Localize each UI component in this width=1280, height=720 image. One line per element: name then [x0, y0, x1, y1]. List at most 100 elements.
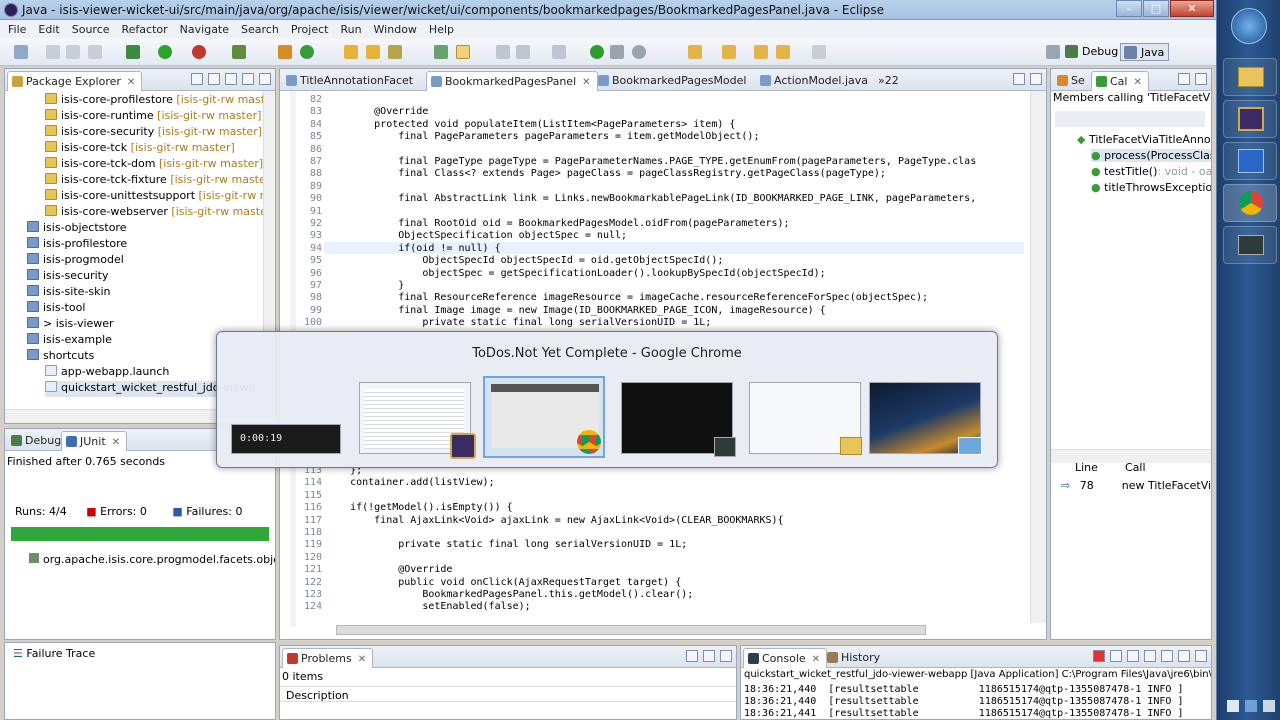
view-menu-icon[interactable] [225, 73, 237, 85]
tree-item[interactable]: isis-security [27, 269, 108, 285]
tab-package-explorer[interactable]: Package Explorer ✕ [7, 71, 143, 91]
tab-bookmarked-pages-panel[interactable]: BookmarkedPagesPanel ✕ [426, 71, 598, 91]
close-icon[interactable]: ✕ [812, 654, 820, 665]
external-tools-icon[interactable] [192, 45, 206, 59]
perspective-java[interactable]: Java [1120, 43, 1170, 61]
code-line[interactable]: @Override [326, 564, 452, 575]
tab-debug[interactable]: Debug [7, 431, 67, 451]
tree-item[interactable]: isis-core-tck-dom [isis-git-rw master] [45, 157, 263, 173]
taskbar-console[interactable] [1223, 226, 1277, 264]
code-line[interactable]: } [326, 280, 404, 291]
tree-item[interactable]: isis-core-tck [isis-git-rw master] [45, 141, 235, 157]
debug-icon[interactable] [126, 45, 140, 59]
tree-item[interactable]: isis-core-profilestore [isis-git-rw mast… [45, 93, 263, 109]
code-line[interactable]: ObjectSpecId objectSpecId = oid.getObjec… [326, 255, 723, 266]
clear-console-icon[interactable] [1127, 650, 1139, 662]
tab-problems[interactable]: Problems ✕ [282, 648, 374, 668]
maximize-button[interactable]: □ [1143, 0, 1169, 17]
tray-icon[interactable] [1245, 700, 1257, 712]
minimize-button[interactable]: – [1116, 0, 1142, 17]
next-annotation-icon[interactable] [552, 45, 566, 59]
tree-item[interactable]: shortcuts [27, 349, 94, 365]
menu-navigate[interactable]: Navigate [180, 23, 229, 36]
code-line[interactable]: protected void populateItem(ListItem<Pag… [326, 119, 735, 130]
terminate-icon[interactable] [632, 45, 646, 59]
code-line[interactable]: setEnabled(false); [326, 601, 530, 612]
minimize-icon[interactable] [242, 73, 254, 85]
tree-item[interactable]: isis-profilestore [27, 237, 127, 253]
tree-item[interactable]: isis-core-webserver [isis-git-rw master] [45, 205, 263, 221]
call-location-row[interactable]: ⇨ 78 new TitleFacetVia [1061, 479, 1211, 492]
remove-launch-icon[interactable] [1110, 650, 1122, 662]
close-icon[interactable]: ✕ [112, 437, 120, 448]
code-line[interactable]: final PageType pageType = PageParameterN… [326, 156, 976, 167]
menu-run[interactable]: Run [340, 23, 361, 36]
new-class-icon[interactable] [300, 45, 314, 59]
code-line[interactable]: final Class<? extends Page> pageClass = … [326, 168, 886, 179]
view-menu-icon[interactable] [686, 650, 698, 662]
code-line[interactable]: objectSpec = getSpecificationLoader().lo… [326, 268, 825, 279]
tree-item[interactable]: isis-objectstore [27, 221, 126, 237]
junit-test-item[interactable]: org.apache.isis.core.progmodel.facets.ob… [29, 553, 275, 566]
menu-help[interactable]: Help [429, 23, 454, 36]
resume-icon[interactable] [590, 45, 604, 59]
tab-history[interactable]: History [823, 648, 886, 668]
maximize-icon[interactable] [1195, 650, 1207, 662]
code-line[interactable]: private static final long serialVersionU… [326, 539, 687, 550]
code-line[interactable]: ObjectSpecification objectSpec = null; [326, 230, 627, 241]
taskbar-app[interactable] [1223, 142, 1277, 180]
step-into-icon[interactable] [688, 45, 702, 59]
menu-search[interactable]: Search [241, 23, 279, 36]
new-package-icon[interactable] [278, 45, 292, 59]
search-icon[interactable] [388, 45, 402, 59]
close-icon[interactable]: ✕ [1133, 77, 1141, 88]
tab-action-model[interactable]: ActionModel.java [756, 71, 874, 91]
code-line[interactable]: private static final long serialVersionU… [326, 317, 711, 328]
switcher-thumb-explorer[interactable] [749, 382, 862, 455]
switcher-thumb-eclipse[interactable] [359, 382, 476, 459]
code-line[interactable]: final PageParameters pageParameters = it… [326, 131, 759, 142]
tree-item[interactable]: isis-core-unittestsupport [isis-git-rw m… [45, 189, 263, 205]
block-selection-icon[interactable] [496, 45, 510, 59]
maximize-icon[interactable] [720, 650, 732, 662]
code-line[interactable]: @Override [326, 106, 428, 117]
tree-item[interactable]: isis-example [27, 333, 112, 349]
open-task-icon[interactable] [366, 45, 380, 59]
tab-title-annotation-facet[interactable]: TitleAnnotationFacet [282, 71, 419, 91]
tab-junit[interactable]: JUnit ✕ [61, 431, 128, 451]
taskbar-chrome[interactable] [1223, 184, 1277, 222]
taskbar-eclipse[interactable] [1223, 100, 1277, 138]
minimize-icon[interactable] [1013, 73, 1025, 85]
code-line[interactable]: final AjaxLink<Void> ajaxLink = new Ajax… [326, 515, 783, 526]
tab-bookmarked-pages-model[interactable]: BookmarkedPagesModel [594, 71, 752, 91]
new-icon[interactable] [14, 45, 28, 59]
code-line[interactable]: public void onClick(AjaxRequestTarget ta… [326, 577, 681, 588]
switcher-thumb-recorder[interactable]: 0:00:19 [231, 424, 341, 454]
taskbar-explorer[interactable] [1223, 58, 1277, 96]
switcher-thumb-desktop[interactable] [869, 382, 982, 455]
scroll-lock-icon[interactable] [1144, 650, 1156, 662]
code-line[interactable]: final AbstractLink link = Links.newBookm… [326, 193, 976, 204]
menu-source[interactable]: Source [72, 23, 110, 36]
terminate-icon[interactable] [1093, 650, 1105, 662]
toggle-mark-icon[interactable] [434, 45, 448, 59]
close-button[interactable]: ✕ [1170, 0, 1214, 17]
suspend-icon[interactable] [610, 45, 624, 59]
code-line[interactable]: final ResourceReference imageResource = … [326, 292, 928, 303]
tree-item[interactable]: isis-core-security [isis-git-rw master] [45, 125, 262, 141]
tree-item[interactable]: isis-core-tck-fixture [isis-git-rw maste… [45, 173, 263, 189]
tree-item[interactable]: isis-tool [27, 301, 85, 317]
save-all-icon[interactable] [66, 45, 80, 59]
highlight-icon[interactable] [456, 45, 470, 59]
code-line[interactable]: final RootOid oid = BookmarkedPagesModel… [326, 218, 789, 229]
tab-overflow[interactable]: »22 [872, 71, 905, 91]
minimize-icon[interactable] [1178, 650, 1190, 662]
maximize-icon[interactable] [259, 73, 271, 85]
tab-search[interactable]: Se [1053, 71, 1091, 91]
code-line[interactable]: BookmarkedPagesPanel.this.getModel().cle… [326, 589, 693, 600]
tree-item[interactable]: > isis-viewer [27, 317, 114, 333]
tree-item[interactable]: app-webapp.launch [45, 365, 169, 381]
tab-console[interactable]: Console ✕ [743, 648, 828, 668]
editor-hscrollbar[interactable] [336, 625, 926, 635]
perspective-debug[interactable]: Debug [1062, 43, 1122, 61]
